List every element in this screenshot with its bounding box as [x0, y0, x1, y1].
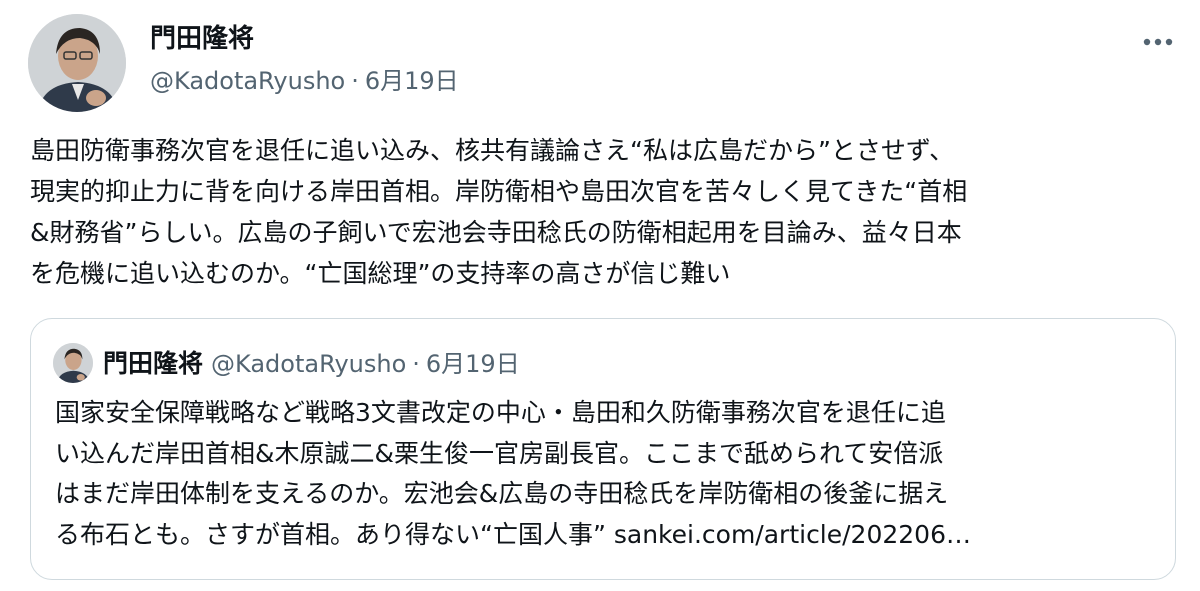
author-handle[interactable]: @KadotaRyusho	[150, 67, 345, 95]
tweet-text: 島田防衛事務次官を退任に追い込み、核共有議論さえ“私は広島だから”とさせず、 現…	[30, 136, 968, 288]
avatar[interactable]	[28, 14, 126, 112]
author-name[interactable]: 門田隆将	[150, 22, 254, 56]
quote-text: 国家安全保障戦略など戦略3文書改定の中心・島田和久防衛事務次官を退任に追 い込ん…	[55, 398, 971, 549]
more-horizontal-icon	[1143, 38, 1173, 46]
quote-header: 門田隆将 @KadotaRyusho · 6月19日	[103, 347, 520, 381]
quote-avatar[interactable]	[53, 343, 93, 383]
quoted-tweet-card[interactable]: 門田隆将 @KadotaRyusho · 6月19日 国家安全保障戦略など戦略3文書改…	[30, 318, 1176, 580]
quote-meta-separator: ·	[412, 350, 420, 378]
more-options-button[interactable]	[1138, 24, 1178, 60]
tweet-date[interactable]: 6月19日	[365, 67, 459, 95]
quote-date[interactable]: 6月19日	[426, 350, 520, 378]
quote-avatar-photo	[53, 343, 93, 383]
meta-separator: ·	[351, 67, 359, 95]
quote-handle[interactable]: @KadotaRyusho	[211, 350, 406, 378]
avatar-photo	[28, 14, 126, 112]
author-meta: @KadotaRyusho · 6月19日	[150, 64, 459, 98]
quote-author-name[interactable]: 門田隆将	[103, 349, 203, 378]
